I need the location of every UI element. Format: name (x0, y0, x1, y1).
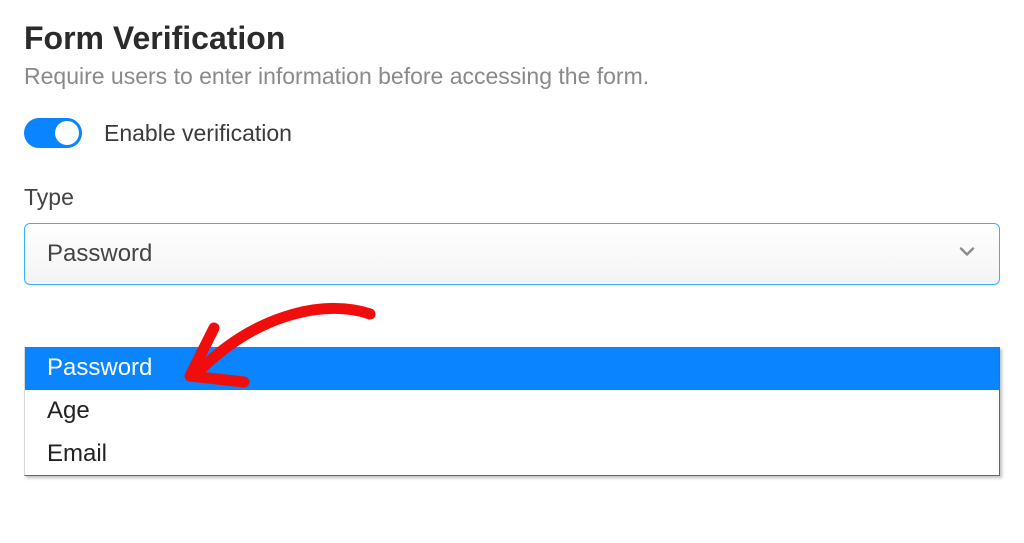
chevron-down-icon (955, 240, 979, 269)
enable-verification-toggle[interactable] (24, 118, 82, 148)
toggle-knob (55, 121, 79, 145)
type-option-age[interactable]: Age (25, 390, 999, 433)
type-select-value: Password (47, 240, 152, 268)
type-select[interactable]: Password (24, 223, 1000, 285)
section-subheading: Require users to enter information befor… (24, 63, 1000, 90)
enable-verification-row: Enable verification (24, 118, 1000, 148)
type-option-password[interactable]: Password (25, 347, 999, 390)
type-label: Type (24, 184, 1000, 211)
enable-verification-label: Enable verification (104, 120, 292, 147)
type-option-email[interactable]: Email (25, 433, 999, 476)
type-dropdown[interactable]: Password Age Email (24, 347, 1000, 476)
section-heading: Form Verification (24, 20, 1000, 57)
